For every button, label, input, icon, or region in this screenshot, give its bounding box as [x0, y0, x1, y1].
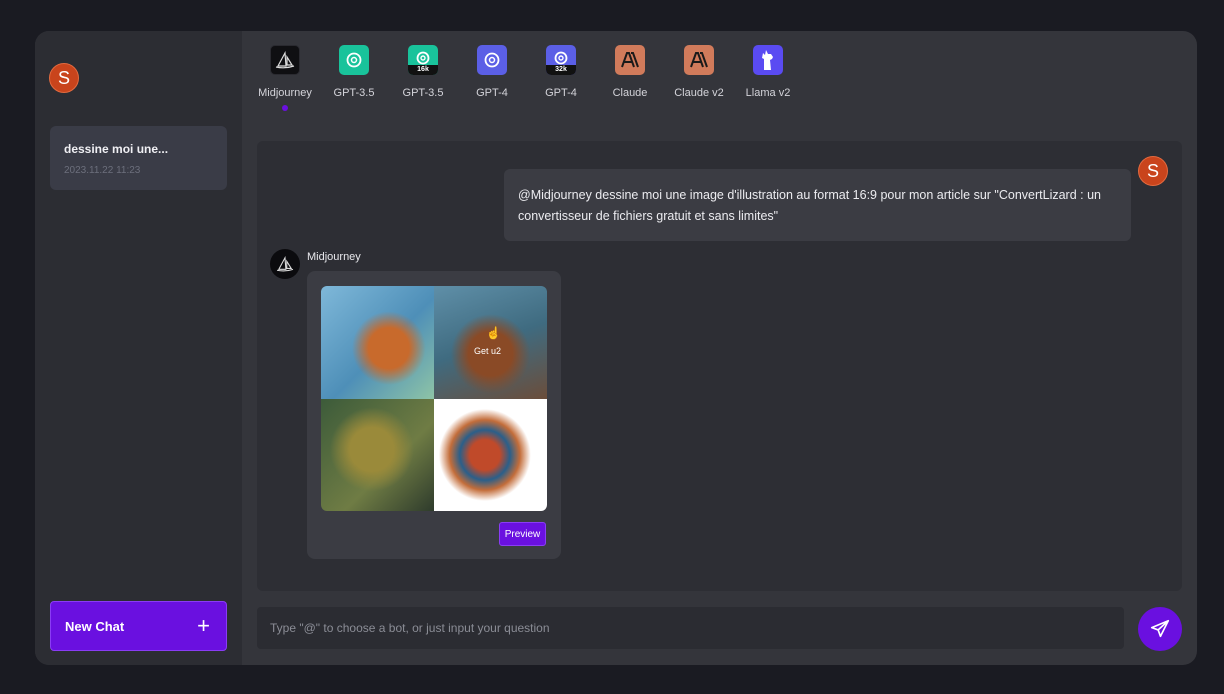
avatar[interactable]: S [49, 63, 79, 93]
image-grid: ☝ Get u2 [321, 286, 547, 511]
user-avatar: S [1138, 156, 1168, 186]
generated-image-2[interactable]: ☝ Get u2 [434, 286, 547, 399]
bot-gpt-4-32k[interactable]: 32k GPT-4 [526, 45, 596, 99]
bot-claude[interactable]: Claude [595, 45, 665, 99]
openai-icon [477, 45, 507, 75]
bot-label: GPT-4 [545, 87, 577, 99]
bot-claude-v2[interactable]: Claude v2 [664, 45, 734, 99]
bot-gpt-4[interactable]: GPT-4 [457, 45, 527, 99]
openai-icon [339, 45, 369, 75]
send-icon [1150, 619, 1170, 638]
openai-icon: 32k [546, 45, 576, 75]
active-indicator [282, 105, 288, 111]
bot-name: Midjourney [307, 251, 361, 263]
sidebar: S dessine moi une... 2023.11.22 11:23 Ne… [35, 31, 242, 665]
generated-image-1[interactable] [321, 286, 434, 399]
bot-label: Midjourney [258, 87, 312, 99]
llama-icon [753, 45, 783, 75]
message-input[interactable] [257, 607, 1124, 649]
midjourney-sail-icon [270, 249, 300, 279]
bot-label: GPT-4 [476, 87, 508, 99]
bot-midjourney[interactable]: Midjourney [250, 45, 320, 111]
bot-label: Claude v2 [674, 87, 724, 99]
app-window: S dessine moi une... 2023.11.22 11:23 Ne… [35, 31, 1197, 665]
bot-label: Llama v2 [745, 87, 791, 99]
pointer-cursor-icon: ☝ [486, 326, 501, 340]
chat-list-item[interactable]: dessine moi une... 2023.11.22 11:23 [50, 126, 227, 190]
chat-title: dessine moi une... [64, 142, 169, 156]
new-chat-button[interactable]: New Chat + [50, 601, 227, 651]
openai-icon: 16k [408, 45, 438, 75]
bot-llama-v2[interactable]: Llama v2 [733, 45, 803, 99]
generated-image-3[interactable] [321, 398, 434, 511]
user-message: @Midjourney dessine moi une image d'illu… [504, 169, 1131, 241]
bot-gpt-3-5-16k[interactable]: 16k GPT-3.5 [388, 45, 458, 99]
anthropic-icon [615, 45, 645, 75]
bot-tag: 16k [408, 65, 438, 75]
anthropic-icon [684, 45, 714, 75]
chat-date: 2023.11.22 11:23 [64, 165, 141, 176]
bot-tag: 32k [546, 65, 576, 75]
upscale-label: Get u2 [474, 346, 502, 356]
bot-label: GPT-3.5 [333, 87, 375, 99]
midjourney-sail-icon [270, 45, 300, 75]
send-button[interactable] [1138, 607, 1182, 651]
bot-message: ☝ Get u2 Preview [307, 271, 561, 559]
bot-label: Claude [612, 87, 648, 99]
chat-area: S @Midjourney dessine moi une image d'il… [257, 141, 1182, 591]
bot-label: GPT-3.5 [402, 87, 444, 99]
plus-icon: + [197, 613, 210, 638]
bot-gpt-3-5[interactable]: GPT-3.5 [319, 45, 389, 99]
generated-image-4[interactable] [434, 398, 547, 511]
new-chat-label: New Chat [65, 618, 125, 634]
preview-button[interactable]: Preview [499, 522, 546, 546]
